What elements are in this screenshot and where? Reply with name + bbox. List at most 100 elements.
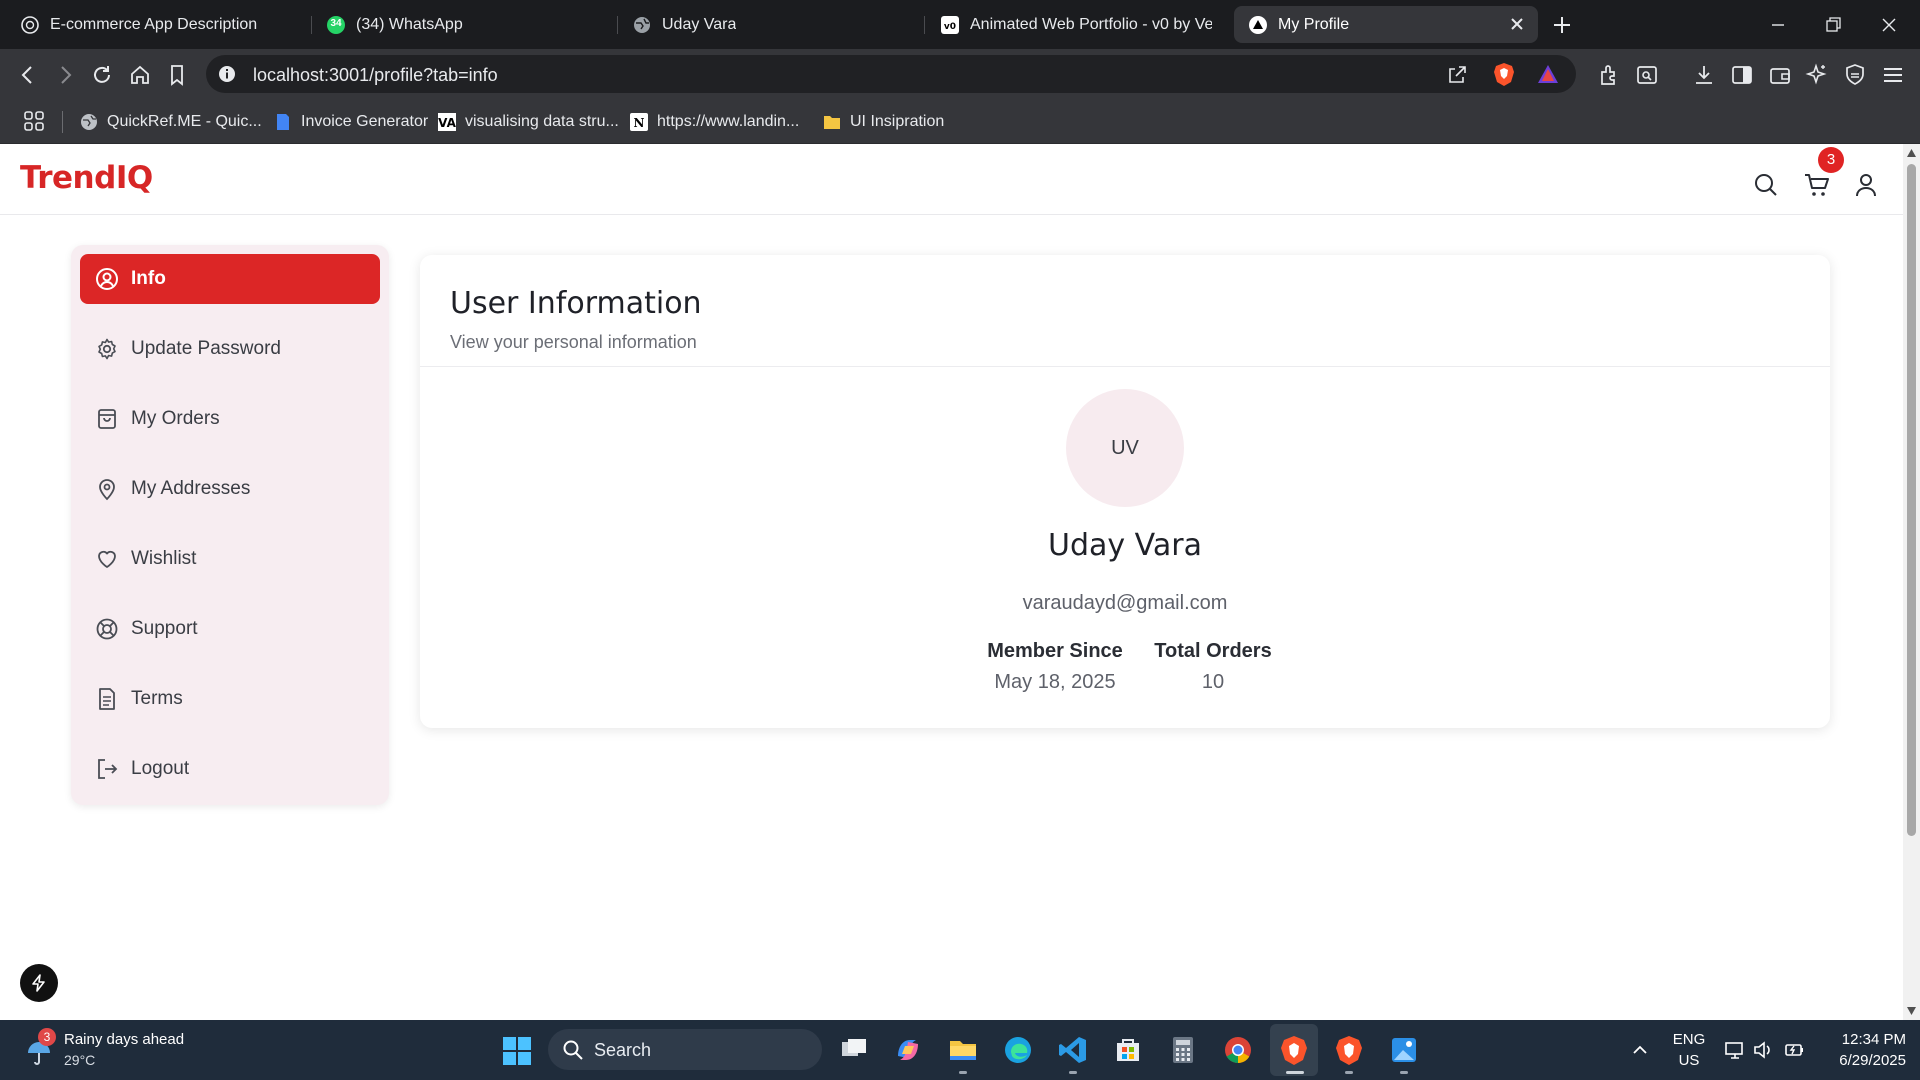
volume-icon[interactable] <box>1752 1039 1774 1061</box>
sidebar-item-wishlist[interactable]: Wishlist <box>80 534 380 584</box>
app-running-indicator <box>1400 1071 1408 1074</box>
input-language[interactable]: ENG <box>1672 1031 1706 1048</box>
sidebar-item-my-orders[interactable]: My Orders <box>80 394 380 444</box>
sidebar-item-info[interactable]: Info <box>80 254 380 304</box>
search-icon <box>563 1040 583 1060</box>
reader-mode-icon[interactable] <box>1634 62 1660 88</box>
reload-icon[interactable] <box>89 62 115 88</box>
download-icon[interactable] <box>1691 62 1717 88</box>
tab-animated-web-portfolio[interactable]: v0 Animated Web Portfolio - v0 by Vercel <box>926 6 1226 43</box>
weather-temp: 29°C <box>64 1052 96 1068</box>
cart-count-badge: 3 <box>1818 147 1844 173</box>
total-orders-label: Total Orders <box>1154 640 1272 662</box>
sidebar-item-logout[interactable]: Logout <box>80 744 380 794</box>
bookmark-landing[interactable]: N https://www.landin... <box>630 110 799 134</box>
bookmark-divider <box>62 111 63 133</box>
tab-title: Uday Vara <box>662 15 737 33</box>
bookmark-quickref[interactable]: QuickRef.ME - Quic... <box>80 110 262 134</box>
svg-text:v0: v0 <box>944 22 956 32</box>
tab-whatsapp[interactable]: 34 (34) WhatsApp <box>312 6 612 43</box>
search-icon[interactable] <box>1752 171 1780 199</box>
folder-icon <box>824 116 840 129</box>
bookmark-invoice-generator[interactable]: Invoice Generator <box>274 110 428 134</box>
chevron-up-icon[interactable] <box>1630 1040 1650 1060</box>
chrome-icon[interactable] <box>1222 1034 1254 1066</box>
sidebar-item-support[interactable]: Support <box>80 604 380 654</box>
tab-ecommerce-app-description[interactable]: E-commerce App Description <box>6 6 306 43</box>
brave-shield-icon[interactable] <box>1492 61 1516 87</box>
sidebar-item-label: Terms <box>131 688 183 709</box>
taskbar-search[interactable]: Search <box>548 1029 822 1070</box>
sidebar-item-my-addresses[interactable]: My Addresses <box>80 464 380 514</box>
url-text[interactable]: localhost:3001/profile?tab=info <box>253 65 498 86</box>
vscode-icon[interactable] <box>1057 1034 1089 1066</box>
windows-start-icon[interactable] <box>502 1036 532 1066</box>
new-tab-icon[interactable] <box>1550 13 1574 37</box>
site-info-icon[interactable] <box>217 64 237 84</box>
clock-time[interactable]: 12:34 PM <box>1826 1031 1906 1048</box>
cart-icon[interactable] <box>1803 171 1831 199</box>
weather-title[interactable]: Rainy days ahead <box>64 1031 184 1048</box>
dev-tools-button[interactable] <box>20 964 58 1002</box>
bookmark-label: Invoice Generator <box>301 113 429 130</box>
brave-icon[interactable] <box>1333 1034 1365 1066</box>
network-icon[interactable] <box>1724 1039 1746 1061</box>
wallet-icon[interactable] <box>1767 62 1793 88</box>
photos-app-icon[interactable] <box>1388 1034 1420 1066</box>
sidebar-item-label: My Addresses <box>131 478 251 499</box>
avatar: UV <box>1066 389 1184 507</box>
sidebar-item-update-password[interactable]: Update Password <box>80 324 380 374</box>
back-icon[interactable] <box>15 62 41 88</box>
va-icon: VA <box>438 113 456 131</box>
profile-sidebar: Info Update Password My Orders My Addres… <box>71 245 389 805</box>
page-subtitle: View your personal information <box>450 332 697 352</box>
extensions-icon[interactable] <box>1596 62 1622 88</box>
site-header: TrendIQ 3 <box>0 144 1903 215</box>
tab-my-profile[interactable]: My Profile <box>1234 6 1538 43</box>
forward-icon[interactable] <box>52 62 78 88</box>
scroll-thumb[interactable] <box>1907 164 1916 836</box>
close-tab-icon[interactable] <box>1508 15 1526 33</box>
app-running-indicator <box>1345 1071 1353 1074</box>
sidebar-item-terms[interactable]: Terms <box>80 674 380 724</box>
svg-text:VA: VA <box>438 116 456 130</box>
file-explorer-icon[interactable] <box>947 1034 979 1066</box>
leo-ai-icon[interactable] <box>1804 62 1830 88</box>
scroll-up-icon[interactable] <box>1906 148 1917 158</box>
scroll-down-icon[interactable] <box>1906 1006 1917 1016</box>
sidebar-item-label: My Orders <box>131 408 220 429</box>
share-icon[interactable] <box>1446 63 1468 85</box>
battery-icon[interactable] <box>1783 1039 1805 1061</box>
home-icon[interactable] <box>127 62 153 88</box>
tab-uday-vara[interactable]: Uday Vara <box>618 6 918 43</box>
globe-icon <box>81 114 97 130</box>
member-since-stat: Member Since May 18, 2025 <box>975 640 1135 694</box>
brave-rewards-icon[interactable] <box>1536 62 1560 86</box>
heart-icon <box>98 550 116 568</box>
address-bar[interactable]: localhost:3001/profile?tab=info <box>206 55 1576 93</box>
bookmark-ui-inspiration[interactable]: UI Insipration <box>823 110 944 134</box>
calculator-icon[interactable] <box>1167 1034 1199 1066</box>
clock-date[interactable]: 6/29/2025 <box>1820 1052 1906 1069</box>
window-close-icon[interactable] <box>1876 12 1902 38</box>
member-since-label: Member Since <box>987 640 1123 662</box>
bookmark-visualising-data[interactable]: VA visualising data stru... <box>438 110 619 134</box>
copilot-icon[interactable] <box>892 1034 924 1066</box>
bookmark-icon[interactable] <box>164 62 190 88</box>
sidebar-toggle-icon[interactable] <box>1729 62 1755 88</box>
page-scrollbar[interactable] <box>1903 144 1920 1020</box>
brave-icon[interactable] <box>1278 1034 1310 1066</box>
globe-icon <box>634 16 650 33</box>
whatsapp-badge: 34 <box>330 17 342 29</box>
user-icon[interactable] <box>1852 171 1880 199</box>
task-view-icon[interactable] <box>838 1034 870 1066</box>
restore-icon[interactable] <box>1820 12 1846 38</box>
vpn-shield-icon[interactable] <box>1842 62 1868 88</box>
minimize-icon[interactable] <box>1765 12 1791 38</box>
menu-icon[interactable] <box>1880 62 1906 88</box>
site-logo[interactable]: TrendIQ <box>20 160 153 196</box>
taskbar-search-label: Search <box>594 1040 652 1060</box>
apps-grid-icon[interactable] <box>22 109 46 133</box>
microsoft-store-icon[interactable] <box>1112 1034 1144 1066</box>
edge-icon[interactable] <box>1002 1034 1034 1066</box>
